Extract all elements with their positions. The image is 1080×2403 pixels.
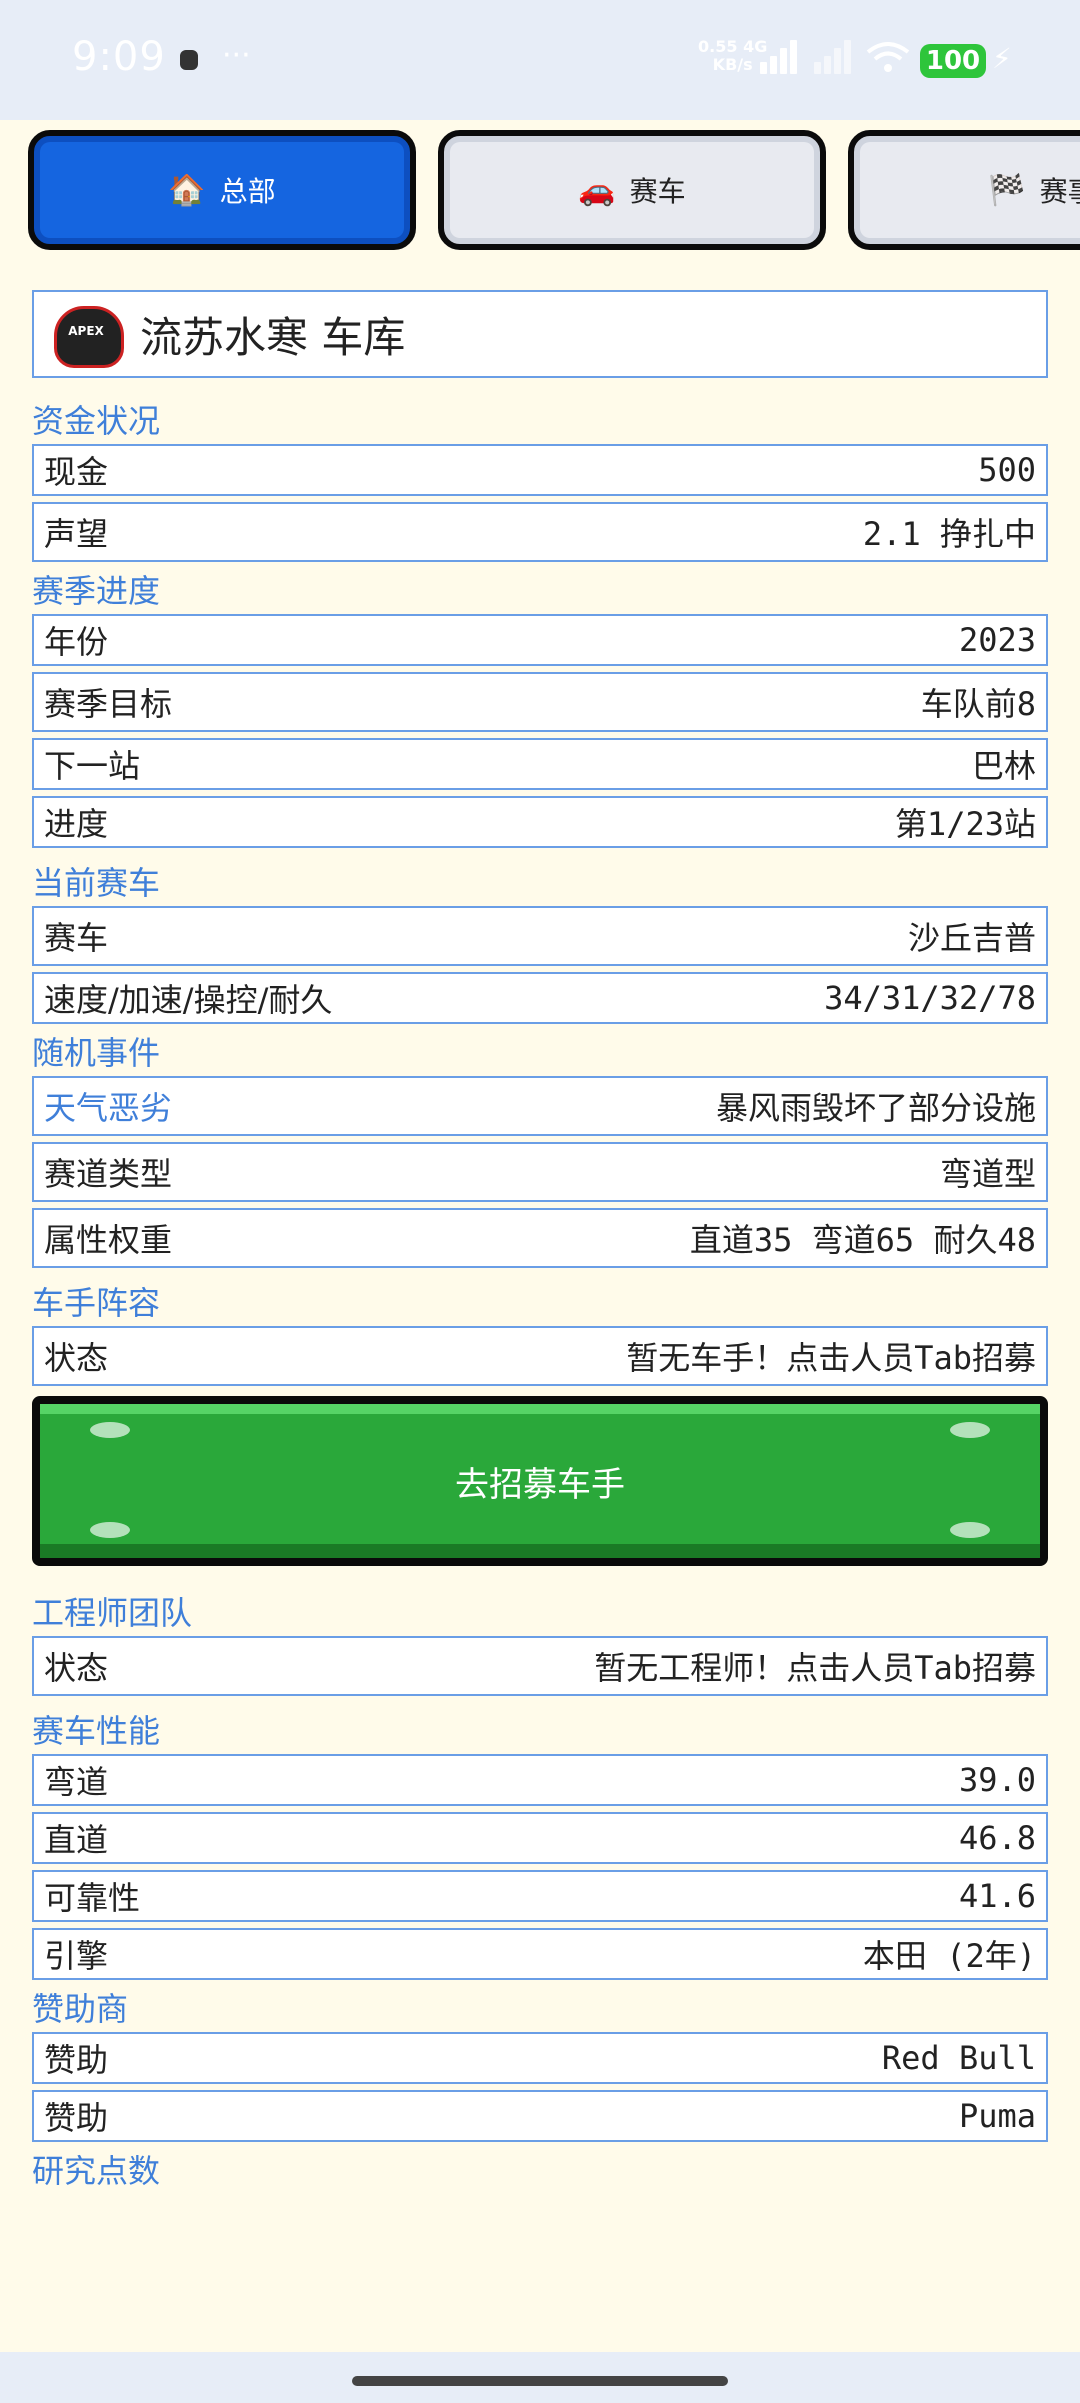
signal-2-icon (814, 40, 856, 74)
info-row-car-stats: 速度/加速/操控/耐久 34/31/32/78 (32, 972, 1048, 1024)
info-row-car: 赛车 沙丘吉普 (32, 906, 1048, 966)
info-row-cash: 现金 500 (32, 444, 1048, 496)
info-row-engine: 引擎 本田 (2年) (32, 1928, 1048, 1980)
wifi-icon (866, 42, 910, 72)
section-title-events: 随机事件 (32, 1034, 161, 1072)
section-title-sponsors: 赞助商 (32, 1990, 129, 2028)
info-row-sponsor: 赞助 Puma (32, 2090, 1048, 2142)
info-row-next-stop: 下一站 巴林 (32, 738, 1048, 790)
section-title-season: 赛季进度 (32, 572, 161, 610)
status-bar: 9:09 ··· 0.55 4G KB/s 100 ⚡ (0, 0, 1080, 120)
info-row-year: 年份 2023 (32, 614, 1048, 666)
home-gesture-bar[interactable] (352, 2376, 728, 2386)
info-row-season-goal: 赛季目标 车队前8 (32, 672, 1048, 732)
recruit-driver-button[interactable]: 去招募车手 (32, 1396, 1048, 1566)
notification-icon (180, 50, 198, 70)
info-row-cornering: 弯道 39.0 (32, 1754, 1048, 1806)
signal-icon (760, 40, 802, 74)
team-logo: APEX (50, 304, 124, 368)
section-title-funds: 资金状况 (32, 402, 161, 440)
info-row-track-type: 赛道类型 弯道型 (32, 1142, 1048, 1202)
section-title-performance: 赛车性能 (32, 1712, 161, 1750)
info-row-weather: 天气恶劣 暴风雨毁坏了部分设施 (32, 1076, 1048, 1136)
more-notifications-icon: ··· (222, 38, 251, 73)
info-row-weights: 属性权重 直道35 弯道65 耐久48 (32, 1208, 1048, 1268)
home-icon: 🏠 (168, 172, 206, 208)
status-time: 9:09 (72, 34, 166, 80)
battery-indicator: 100 (920, 44, 986, 78)
charging-icon: ⚡ (992, 42, 1012, 75)
info-row-engineer-status: 状态 暂无工程师！点击人员Tab招募 (32, 1636, 1048, 1696)
info-row-driver-status: 状态 暂无车手！点击人员Tab招募 (32, 1326, 1048, 1386)
page-title: 流苏水寒 车库 (140, 312, 406, 362)
tab-label: 总部 (219, 175, 276, 208)
info-row-progress: 进度 第1/23站 (32, 796, 1048, 848)
tab-label: 赛车 (629, 175, 686, 208)
garage-header: APEX 流苏水寒 车库 (32, 290, 1048, 378)
info-row-straight: 直道 46.8 (32, 1812, 1048, 1864)
checkered-flag-icon: 🏁 (988, 172, 1026, 208)
tab-car[interactable]: 🚗 赛车 (438, 130, 826, 250)
main-content: APEX 流苏水寒 车库 资金状况 现金 500 声望 2.1 挣扎中 赛季进度 年… (32, 290, 1048, 2194)
tab-headquarters[interactable]: 🏠 总部 (28, 130, 416, 250)
section-title-drivers: 车手阵容 (32, 1284, 161, 1322)
recruit-driver-label: 去招募车手 (455, 1464, 625, 1505)
section-title-engineers: 工程师团队 (32, 1594, 193, 1632)
section-title-car: 当前赛车 (32, 864, 161, 902)
tab-label: 赛事 (1039, 175, 1080, 208)
info-row-sponsor: 赞助 Red Bull (32, 2032, 1048, 2084)
tab-race[interactable]: 🏁 赛事 (848, 130, 1080, 250)
info-row-reputation: 声望 2.1 挣扎中 (32, 502, 1048, 562)
tab-bar: 🏠 总部 🚗 赛车 🏁 赛事 (0, 120, 1080, 270)
car-icon: 🚗 (578, 172, 616, 208)
info-row-reliability: 可靠性 41.6 (32, 1870, 1048, 1922)
network-speed: 0.55 4G KB/s (698, 37, 768, 74)
section-title-research: 研究点数 (32, 2152, 161, 2190)
